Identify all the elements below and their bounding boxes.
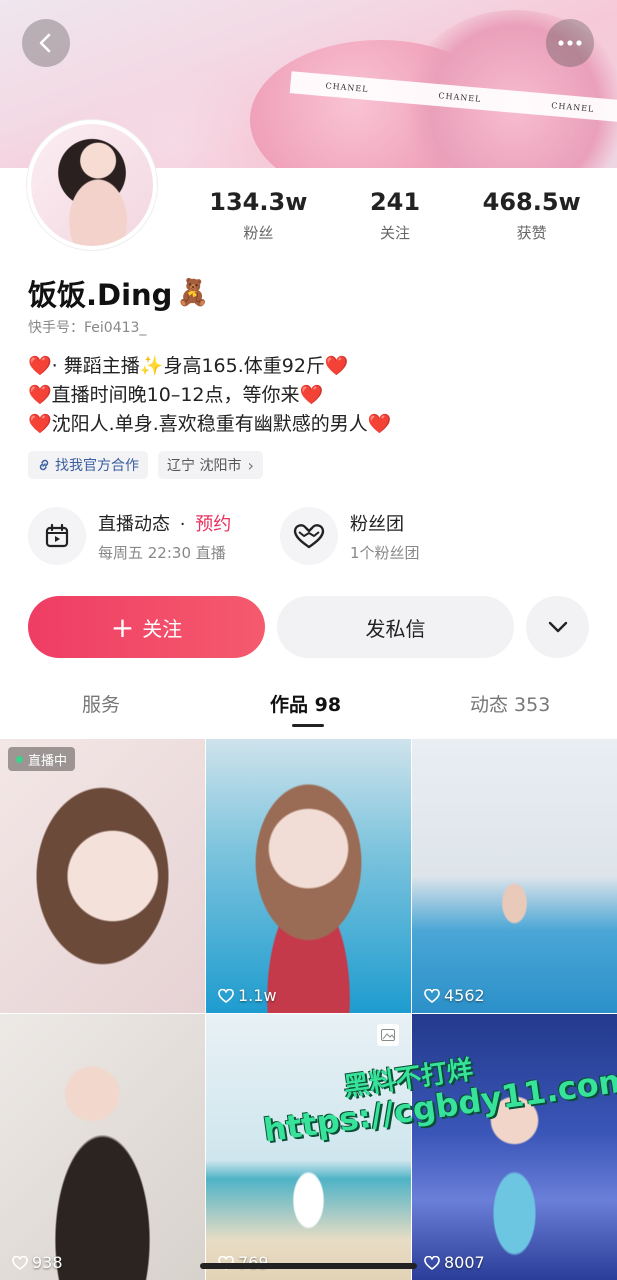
heart-outline-icon — [12, 1255, 28, 1270]
heart-icon: ❤️ — [28, 413, 52, 435]
grid-item[interactable]: 直播中 — [0, 739, 205, 1013]
link-icon — [39, 459, 49, 471]
stat-value: 241 — [369, 188, 421, 216]
heart-icon: ❤️ — [324, 355, 349, 377]
tab-works[interactable]: 作品 98 — [270, 690, 341, 717]
heart-icon: ❤️ — [367, 413, 392, 435]
stat-label: 关注 — [380, 224, 411, 242]
heart-icon: ❤️ — [28, 384, 52, 406]
live-dot-icon — [16, 755, 23, 763]
profile-tags: 找我官方合作 辽宁 沈阳市 › — [28, 451, 263, 479]
like-value: 1.1w — [238, 986, 277, 1005]
bio-text: · 舞蹈主播 — [51, 355, 140, 377]
like-value: 4562 — [444, 986, 485, 1005]
expand-button[interactable] — [526, 596, 589, 658]
stat-label: 获赞 — [516, 224, 547, 242]
stat-value: 468.5w — [482, 188, 581, 216]
grid-item[interactable]: 4562 — [412, 739, 617, 1013]
heart-outline-icon — [218, 988, 234, 1003]
chevron-down-icon — [548, 621, 567, 633]
tag-label: 辽宁 沈阳市 — [167, 458, 242, 474]
separator-dot: · — [179, 513, 186, 535]
ribbon-text: CHANEL — [551, 100, 595, 114]
tag-label: 找我官方合作 — [55, 458, 139, 474]
live-label: 直播中 — [28, 753, 68, 769]
teddy-bear-icon: 🧸 — [176, 278, 209, 308]
live-schedule[interactable]: 直播动态 · 预约 每周五 22:30 直播 — [28, 507, 231, 565]
feature-title: 直播动态 · 预约 — [98, 510, 231, 536]
follow-label: 关注 — [142, 616, 183, 641]
ribbon-text: CHANEL — [438, 90, 482, 104]
follow-button[interactable]: + 关注 — [28, 596, 265, 658]
bio-text: 直播时间晚10–12点，等你来 — [51, 384, 300, 406]
message-button[interactable]: 发私信 — [277, 596, 514, 658]
stat-followers[interactable]: 134.3w 粉丝 — [190, 186, 327, 243]
like-value: 938 — [32, 1253, 63, 1272]
official-cooperation-tag[interactable]: 找我官方合作 — [28, 451, 148, 479]
bio-line: ❤️沈阳人.单身.喜欢稳重有幽默感的男人❤️ — [28, 410, 391, 439]
stat-value: 134.3w — [209, 188, 308, 216]
feature-subtitle: 每周五 22:30 直播 — [98, 543, 226, 562]
bio-line: ❤️· 舞蹈主播✨身高165.体重92斤❤️ — [28, 352, 391, 381]
heart-outline-icon — [280, 507, 338, 565]
profile-stats: 134.3w 粉丝 241 关注 468.5w 获赞 — [190, 186, 600, 243]
location-tag[interactable]: 辽宁 沈阳市 › — [158, 451, 263, 479]
chevron-right-icon: › — [247, 455, 254, 475]
feature-subtitle: 1个粉丝团 — [350, 543, 420, 562]
heart-icon: ❤️ — [299, 384, 324, 406]
kuaishou-id[interactable]: 快手号：Fei0413_ — [28, 317, 146, 337]
fan-club[interactable]: 粉丝团 1个粉丝团 — [280, 507, 420, 565]
avatar[interactable] — [27, 120, 157, 250]
like-count: 1.1w — [218, 986, 277, 1005]
stat-likes[interactable]: 468.5w 获赞 — [463, 186, 600, 243]
ribbon-text: CHANEL — [325, 80, 369, 94]
sparkle-icon: ✨ — [139, 355, 164, 377]
home-indicator — [200, 1263, 417, 1269]
tab-indicator — [292, 724, 324, 727]
back-button[interactable] — [22, 19, 70, 67]
ellipsis-icon — [558, 40, 582, 46]
live-badge: 直播中 — [8, 747, 76, 771]
message-label: 发私信 — [365, 616, 426, 641]
chevron-left-icon — [39, 33, 51, 53]
image-icon — [377, 1024, 399, 1046]
reserve-link[interactable]: 预约 — [195, 514, 231, 535]
tab-moments[interactable]: 动态 353 — [470, 690, 550, 717]
profile-name-text: 饭饭.Ding — [28, 278, 173, 312]
bio-line: ❤️直播时间晚10–12点，等你来❤️ — [28, 381, 391, 410]
like-value: 8007 — [444, 1253, 485, 1272]
grid-item[interactable]: 938 — [0, 1014, 205, 1280]
bio-text: 沈阳人.单身.喜欢稳重有幽默感的男人 — [51, 413, 368, 435]
action-buttons: + 关注 发私信 — [28, 596, 590, 658]
grid-item[interactable]: 769 — [206, 1014, 411, 1280]
heart-icon: ❤️ — [28, 355, 52, 377]
feature-title: 粉丝团 — [350, 513, 404, 535]
tab-services[interactable]: 服务 — [82, 690, 120, 717]
plus-icon: + — [110, 610, 135, 644]
heart-outline-icon — [424, 988, 440, 1003]
like-count: 8007 — [424, 1253, 485, 1272]
works-grid: 直播中 1.1w 4562 938 769 8007 — [0, 739, 617, 1280]
heart-outline-icon — [424, 1255, 440, 1270]
profile-name: 饭饭.Ding 🧸 — [28, 272, 209, 314]
stat-label: 粉丝 — [243, 224, 274, 242]
like-count: 938 — [12, 1253, 63, 1272]
profile-bio: ❤️· 舞蹈主播✨身高165.体重92斤❤️ ❤️直播时间晚10–12点，等你来… — [28, 352, 391, 439]
grid-item[interactable]: 1.1w — [206, 739, 411, 1013]
bio-text: 身高165.体重92斤 — [163, 355, 325, 377]
content-tabs: 服务 作品 98 动态 353 — [0, 690, 617, 730]
feature-title-text: 直播动态 — [98, 513, 170, 535]
stat-following[interactable]: 241 关注 — [327, 186, 464, 243]
calendar-play-icon — [28, 507, 86, 565]
more-button[interactable] — [546, 19, 594, 67]
like-count: 4562 — [424, 986, 485, 1005]
